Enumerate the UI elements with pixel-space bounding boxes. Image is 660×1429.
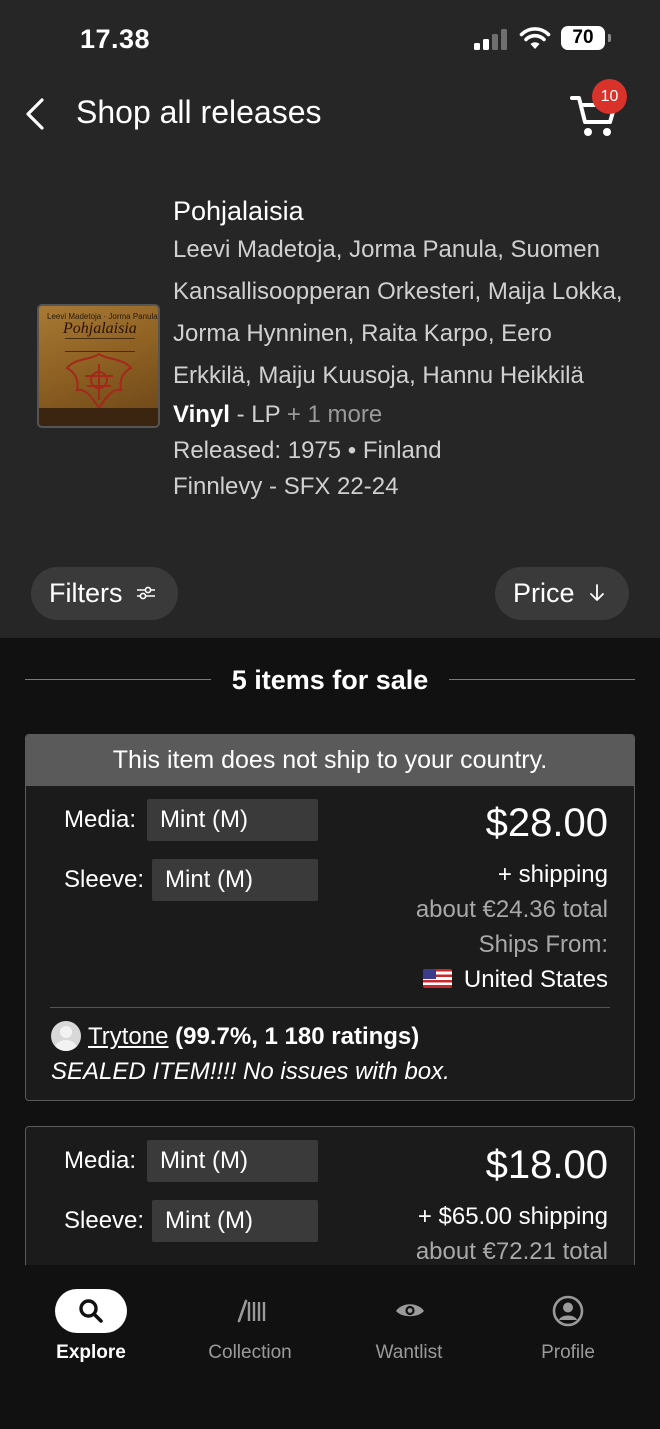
sleeve-condition-value: Mint (M)	[152, 859, 318, 901]
release-info: Pohjalaisia Leevi Madetoja, Jorma Panula…	[173, 194, 633, 505]
tab-explore[interactable]: Explore	[11, 1265, 171, 1375]
tab-wantlist[interactable]: Wantlist	[329, 1265, 489, 1375]
sort-label: Price	[513, 578, 575, 608]
total-estimate: about €72.21 total	[415, 1238, 608, 1265]
tab-label: Wantlist	[375, 1342, 443, 1363]
seller-avatar[interactable]	[51, 1020, 81, 1051]
format-more-link[interactable]: + 1 more	[287, 401, 382, 428]
media-condition-label: Media:	[64, 1147, 137, 1174]
format-type: Vinyl	[173, 401, 230, 428]
tab-collection[interactable]: Collection	[170, 1265, 330, 1375]
items-for-sale-heading: 5 items for sale	[25, 662, 635, 698]
media-condition-label: Media:	[64, 806, 137, 833]
total-estimate: about €24.36 total	[415, 896, 608, 923]
status-time: 17.38	[80, 24, 151, 54]
tab-label: Profile	[541, 1342, 595, 1363]
seller-rating: (99.7%, 1 180 ratings)	[175, 1023, 420, 1050]
sort-price-button[interactable]: Price	[495, 567, 629, 620]
release-date-country: Released: 1975 • Finland	[173, 437, 442, 464]
release-title[interactable]: Pohjalaisia	[173, 194, 633, 228]
us-flag-icon	[422, 969, 452, 989]
release-artists[interactable]: Leevi Madetoja, Jorma Panula, Suomen Kan…	[173, 229, 633, 397]
card-divider	[50, 1007, 610, 1008]
ships-from-country: United States	[463, 966, 608, 993]
tab-label: Explore	[56, 1342, 126, 1363]
sleeve-condition-label: Sleeve:	[64, 866, 145, 893]
shipping-cost: + $65.00 shipping	[417, 1203, 608, 1230]
release-label-catno[interactable]: Finnlevy - SFX 22-24	[173, 469, 633, 505]
release-format: Vinyl - LP + 1 more	[173, 397, 633, 433]
eye-icon	[373, 1289, 445, 1333]
album-cover-image[interactable]: Leevi Madetoja · Jorma Panula Pohjalaisi…	[37, 304, 160, 428]
tab-profile[interactable]: Profile	[488, 1265, 648, 1375]
battery-icon: 70	[561, 26, 611, 50]
seller-info: Trytone (99.7%, 1 180 ratings)	[51, 1019, 419, 1054]
seller-name-link[interactable]: Trytone	[88, 1023, 168, 1050]
cover-footer-band	[39, 408, 158, 426]
sliders-icon	[137, 586, 156, 600]
sleeve-condition-label: Sleeve:	[64, 1207, 145, 1234]
back-arrow-icon[interactable]	[18, 94, 54, 134]
ships-from: United States	[422, 962, 608, 997]
sleeve-condition-value: Mint (M)	[152, 1200, 318, 1242]
search-icon	[55, 1289, 127, 1333]
release-header-panel: 17.38 70 Shop all releases 10 Leevi Made…	[0, 0, 660, 638]
arrow-down-icon	[590, 583, 604, 601]
shipping-cost: + shipping	[497, 861, 608, 888]
media-condition-value: Mint (M)	[147, 1140, 318, 1182]
listing-price: $28.00	[485, 801, 608, 845]
cellular-signal-icon	[474, 28, 510, 50]
shipping-warning-banner: This item does not ship to your country.	[26, 735, 634, 786]
listing-card[interactable]: This item does not ship to your country.…	[25, 734, 635, 1101]
cover-title-text: Pohjalaisia	[63, 320, 137, 337]
cart-count-badge[interactable]: 10	[592, 79, 627, 114]
media-condition-value: Mint (M)	[147, 799, 318, 841]
listing-comment: SEALED ITEM!!!! No issues with box.	[51, 1058, 450, 1085]
collection-icon	[214, 1289, 286, 1333]
status-bar: 17.38 70	[0, 0, 660, 80]
filters-label: Filters	[49, 578, 123, 608]
ships-from-label: Ships From:	[478, 931, 608, 958]
top-nav: Shop all releases	[0, 80, 660, 150]
page-title: Shop all releases	[76, 94, 322, 130]
filters-button[interactable]: Filters	[31, 567, 178, 620]
format-detail: - LP	[229, 401, 281, 428]
wifi-icon	[519, 27, 551, 49]
coat-of-arms-icon	[65, 352, 133, 410]
bottom-tab-bar: Explore Collection Wantlist Profile	[0, 1265, 660, 1429]
profile-icon	[532, 1289, 604, 1333]
tab-label: Collection	[208, 1342, 292, 1363]
listing-price: $18.00	[485, 1143, 608, 1187]
items-for-sale-text: 5 items for sale	[231, 665, 429, 695]
